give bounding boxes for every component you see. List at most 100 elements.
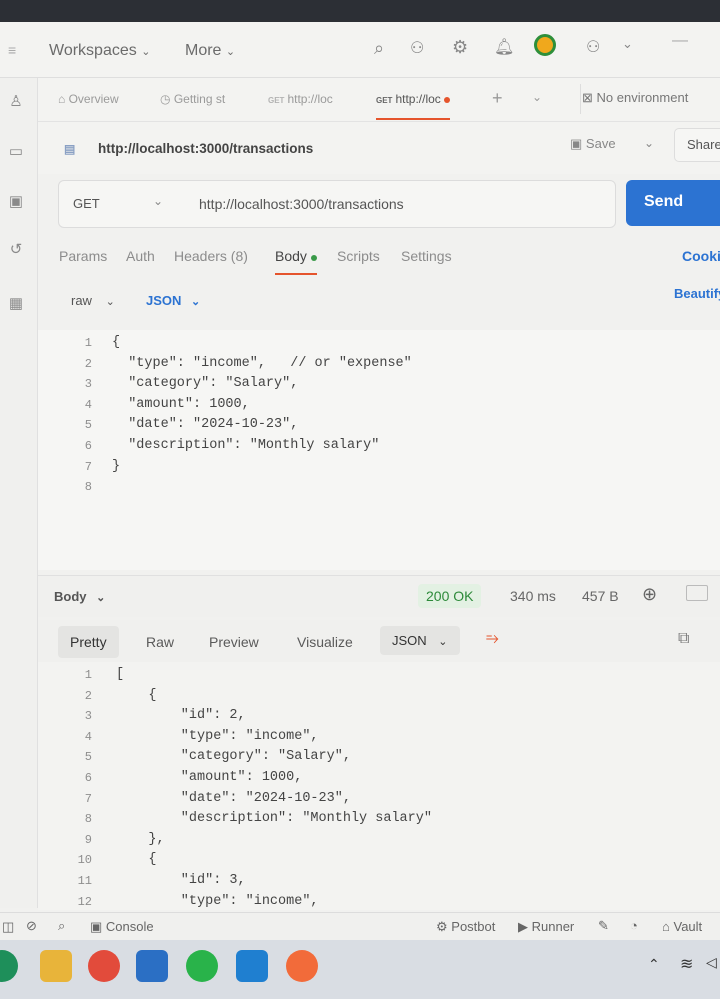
tray-chevron-up-icon[interactable]: ⌃	[648, 956, 660, 973]
invite-user-icon[interactable]: ⚇	[410, 38, 424, 58]
whatsapp-icon[interactable]	[186, 950, 218, 982]
chevron-down-icon[interactable]: ⌄	[622, 36, 633, 52]
browser-icon[interactable]	[88, 950, 120, 982]
divider	[580, 84, 581, 114]
line-number: 5	[84, 750, 92, 765]
response-format-select[interactable]: JSON ⌄	[380, 626, 460, 655]
save-options-chevron-icon[interactable]: ⌄	[644, 136, 654, 150]
cookie-icon[interactable]: ◔	[630, 918, 638, 933]
response-body-label: Body	[54, 589, 87, 604]
tab-overview[interactable]: ⌂ Overview	[58, 92, 119, 106]
notifications-bell-icon[interactable]: 🔔︎	[494, 37, 514, 57]
save-response-icon[interactable]	[686, 585, 708, 601]
menu-icon[interactable]: ≡	[8, 42, 16, 58]
tab-visualize[interactable]: Visualize	[297, 634, 353, 650]
tab-get-request-active[interactable]: GET http://loc	[376, 92, 451, 120]
file-explorer-icon[interactable]	[40, 950, 72, 982]
console-button[interactable]: ▣ Console	[90, 919, 154, 935]
wrap-lines-icon[interactable]: ⥱	[486, 630, 499, 648]
code-line: "category": "Salary",	[112, 376, 299, 392]
workspaces-menu[interactable]: Workspaces ⌄	[49, 42, 150, 60]
vscode-icon[interactable]	[236, 950, 268, 982]
status-badge[interactable]: 200 OK	[418, 584, 482, 608]
request-title[interactable]: http://localhost:3000/transactions	[98, 141, 313, 156]
response-time[interactable]: 340 ms	[510, 588, 556, 604]
send-button[interactable]: Send	[626, 180, 720, 226]
apps-icon[interactable]: ▦	[6, 294, 26, 314]
tab-settings[interactable]: Settings	[401, 248, 452, 264]
postbot-button[interactable]: ⚙ Postbot	[436, 919, 495, 935]
save-label: Save	[585, 136, 616, 151]
more-label: More	[185, 42, 222, 59]
beautify-link[interactable]: Beautify	[674, 286, 720, 301]
minimize-icon[interactable]: —	[672, 32, 688, 50]
history-icon[interactable]: ↺	[6, 240, 26, 260]
left-sidebar: ♙ ▭ ▣ ↺ ▦	[0, 78, 38, 908]
search-icon[interactable]: ⌕	[374, 38, 384, 59]
code-line: "id": 3,	[116, 873, 246, 888]
online-status-icon[interactable]: ⊘	[26, 918, 37, 934]
unsaved-dot	[444, 97, 451, 103]
environment-selector[interactable]: ⊠ No environment	[582, 90, 688, 106]
code-line: "type": "income",	[116, 893, 319, 909]
chevron-down-icon: ⌄	[438, 636, 448, 648]
runner-label: Runner	[531, 919, 575, 934]
app-icon[interactable]	[0, 950, 18, 982]
line-number: 4	[84, 729, 92, 744]
tab-auth[interactable]: Auth	[126, 248, 155, 264]
tab-scripts[interactable]: Scripts	[337, 248, 380, 264]
code-line: "type": "income", // or "expense"	[112, 355, 412, 371]
globe-icon[interactable]: ⊕	[642, 584, 657, 605]
save-button[interactable]: ▣ Save	[570, 136, 616, 152]
settings-gear-icon[interactable]: ⚙	[452, 37, 468, 58]
tab-get-request-1[interactable]: GET http://loc	[268, 92, 333, 106]
vault-button[interactable]: ⌂ Vault	[662, 919, 702, 934]
tab-preview[interactable]: Preview	[209, 634, 259, 650]
response-body-select[interactable]: Body ⌄	[54, 589, 105, 604]
tabs-chevron-down-icon[interactable]: ⌄	[532, 90, 542, 104]
tab-body[interactable]: Body	[275, 248, 317, 275]
avatar[interactable]	[534, 34, 556, 56]
find-icon[interactable]: ⌕	[58, 918, 65, 934]
share-label: Share	[687, 137, 720, 152]
volume-icon[interactable]: ◁	[706, 954, 717, 971]
line-number: 8	[84, 480, 92, 495]
method-badge: GET	[268, 96, 285, 105]
request-body-editor[interactable]: 1 {2 "type": "income", // or "expense" 3 "…	[38, 330, 720, 570]
line-number: 1	[84, 668, 92, 682]
url-input[interactable]: http://localhost:3000/transactions	[199, 196, 404, 212]
code-line: "date": "2024-10-23",	[112, 417, 299, 433]
response-body-viewer[interactable]: 1 [2 {3 "id": 2, 4 "type": "income", 5 "cat…	[38, 662, 720, 910]
cookies-link[interactable]: Cookies	[682, 248, 720, 264]
code-line: {	[116, 687, 157, 703]
code-line: }	[112, 458, 121, 474]
request-config-tabs: Params Auth Headers (8) Body Scripts Set…	[38, 236, 720, 278]
user-icon[interactable]: ♙	[6, 92, 26, 112]
more-menu[interactable]: More ⌄	[185, 42, 235, 60]
tab-raw[interactable]: Raw	[146, 634, 174, 650]
tab-label: Overview	[68, 92, 119, 106]
collections-icon[interactable]: ▭	[6, 142, 26, 162]
copy-icon[interactable]: ⧉	[678, 630, 689, 648]
share-button[interactable]: Share	[674, 128, 720, 162]
body-format-select[interactable]: JSON ⌄	[146, 293, 200, 308]
code-line: "category": "Salary",	[116, 749, 351, 765]
tab-getting-started[interactable]: ◷ Getting st	[160, 92, 225, 106]
body-type-select[interactable]: raw ⌄	[71, 293, 115, 308]
method-chevron-down-icon[interactable]: ⌄	[153, 194, 163, 208]
new-tab-plus-icon[interactable]: +	[492, 88, 503, 109]
wifi-icon[interactable]: ≋	[680, 954, 693, 974]
tab-pretty[interactable]: Pretty	[58, 626, 119, 658]
method-select[interactable]: GET	[73, 196, 100, 211]
sidebar-toggle-icon[interactable]: ◫	[2, 919, 14, 935]
runner-button[interactable]: ▶ Runner	[518, 919, 574, 935]
environments-icon[interactable]: ▣	[6, 192, 26, 212]
capture-icon[interactable]: ✎	[598, 918, 609, 934]
response-size[interactable]: 457 B	[582, 588, 619, 604]
mail-icon[interactable]	[136, 950, 168, 982]
tab-headers[interactable]: Headers (8)	[174, 248, 248, 264]
postman-icon[interactable]	[286, 950, 318, 982]
tab-params[interactable]: Params	[59, 248, 107, 264]
chevron-down-icon: ⌄	[141, 46, 151, 58]
upgrade-user-icon[interactable]: ⚇	[586, 37, 600, 57]
